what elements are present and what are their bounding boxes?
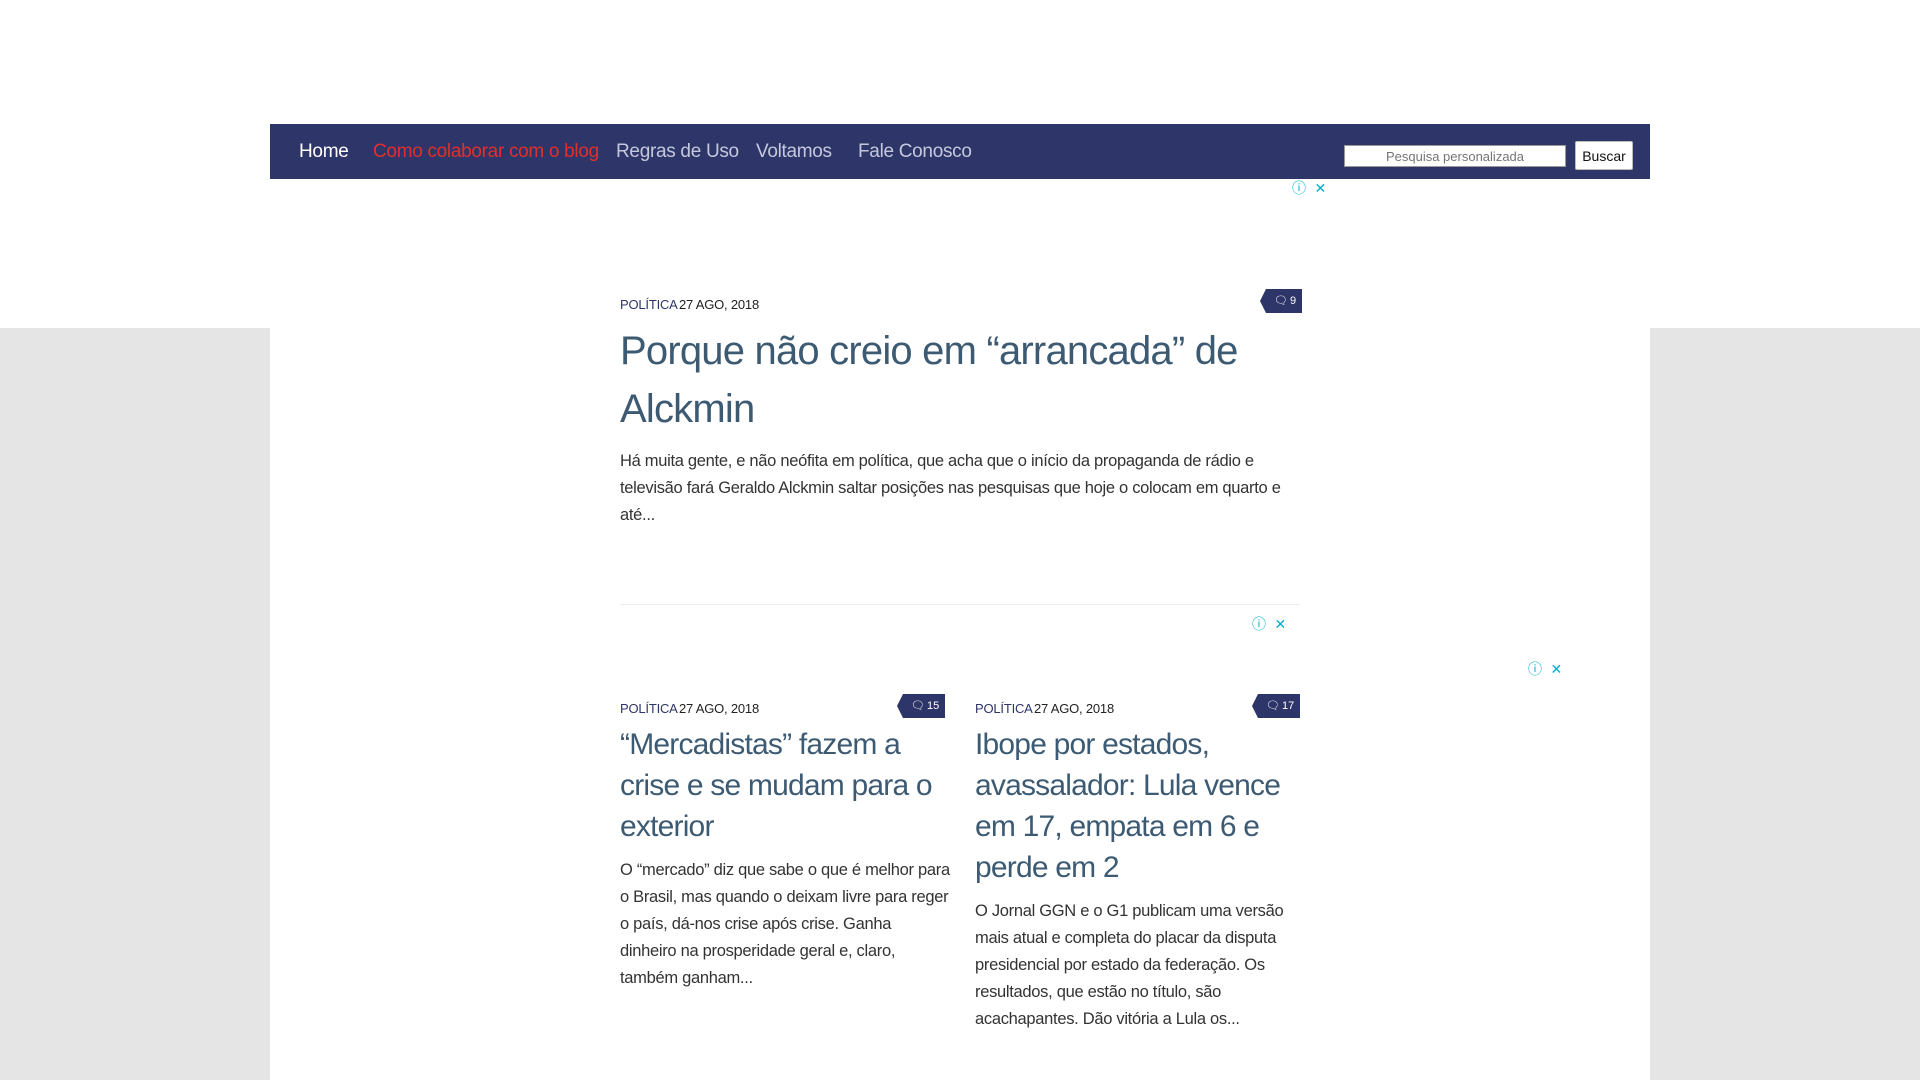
comment-count-badge[interactable]: 🗨 15 xyxy=(896,694,946,718)
post-excerpt: Há muita gente, e não neófita em polític… xyxy=(620,452,1281,524)
post-title[interactable]: “Mercadistas” fazem a crise e se mudam p… xyxy=(620,724,950,847)
nav-item-fale-conosco[interactable]: Fale Conosco xyxy=(858,141,972,163)
post-excerpt: O Jornal GGN e o G1 publicam uma versão … xyxy=(975,902,1284,1028)
content-panel xyxy=(270,328,1650,1080)
comment-icon: 🗨 xyxy=(911,700,925,712)
search-button[interactable]: Buscar xyxy=(1575,141,1633,170)
search-input[interactable] xyxy=(1344,145,1566,167)
nav-item-home[interactable]: Home xyxy=(299,141,349,163)
post-title[interactable]: Porque não creio em “arrancada” de Alckm… xyxy=(620,322,1300,438)
post-category[interactable]: POLÍTICA xyxy=(620,701,678,716)
comment-count-badge[interactable]: 🗨 9 xyxy=(1259,289,1303,313)
comment-count: 9 xyxy=(1289,295,1297,307)
ad-close-icon[interactable]: ⓘ ✕ xyxy=(1292,178,1328,198)
comment-count: 15 xyxy=(926,700,940,712)
post-date: 27 AGO, 2018 xyxy=(679,297,759,312)
post-category[interactable]: POLÍTICA xyxy=(975,701,1033,716)
divider xyxy=(620,604,1300,605)
comment-icon: 🗨 xyxy=(1266,700,1280,712)
post-title[interactable]: Ibope por estados, avassalador: Lula ven… xyxy=(975,724,1295,888)
comment-count: 17 xyxy=(1281,700,1295,712)
comment-icon: 🗨 xyxy=(1274,295,1288,307)
post-category[interactable]: POLÍTICA xyxy=(620,297,678,312)
nav-item-como-colaborar[interactable]: Como colaborar com o blog xyxy=(373,141,599,163)
ad-close-icon[interactable]: ⓘ ✕ xyxy=(1252,614,1288,634)
post-date: 27 AGO, 2018 xyxy=(679,701,759,716)
ad-close-icon[interactable]: ⓘ ✕ xyxy=(1528,659,1564,679)
post-date: 27 AGO, 2018 xyxy=(1034,701,1114,716)
nav-item-voltamos[interactable]: Voltamos xyxy=(756,141,832,163)
post-excerpt: O “mercado” diz que sabe o que é melhor … xyxy=(620,861,950,987)
nav-item-regras-de-uso[interactable]: Regras de Uso xyxy=(616,141,739,163)
comment-count-badge[interactable]: 🗨 17 xyxy=(1251,694,1301,718)
